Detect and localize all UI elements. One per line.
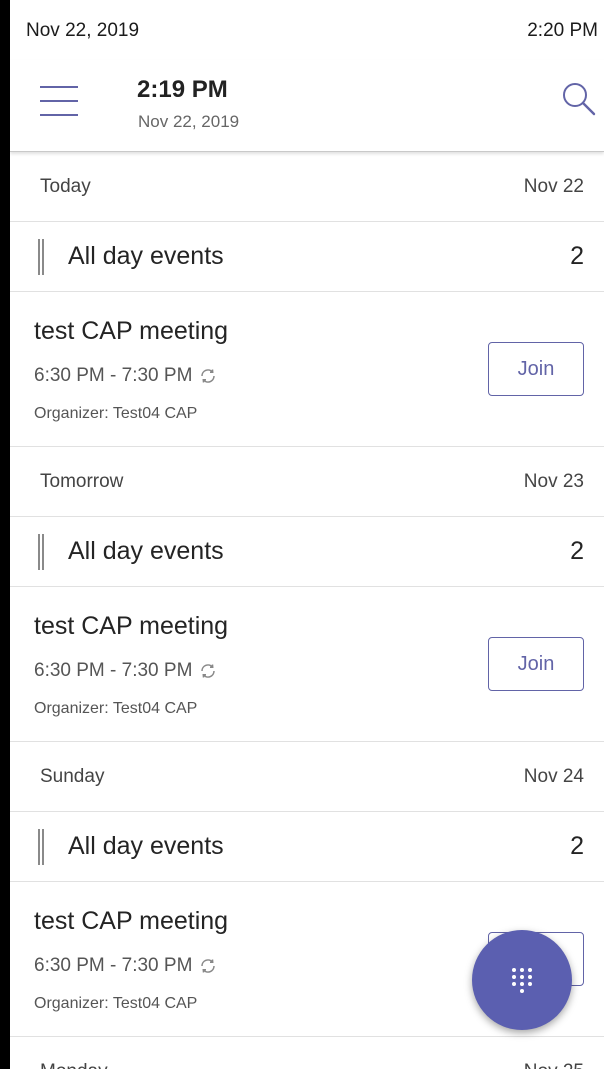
join-button[interactable]: Join [488,637,584,691]
day-header-tomorrow: Tomorrow Nov 23 [10,447,604,517]
day-date: Nov 25 [524,1061,584,1069]
all-day-bar-icon [38,533,44,570]
day-date: Nov 22 [523,175,584,197]
calendar-screen: Nov 22, 2019 2:20 PM 2:19 PM Nov 22, 201… [10,0,604,1069]
all-day-count: 2 [570,832,584,860]
meeting-item[interactable]: test CAP meeting 6:30 PM - 7:30 PM Organ… [10,587,604,742]
day-label: Sunday [40,765,105,787]
all-day-label: All day events [68,832,224,860]
meeting-time: 6:30 PM - 7:30 PM [34,365,218,387]
meeting-title: test CAP meeting [34,317,229,345]
day-label: Tomorrow [40,470,124,492]
all-day-events-row[interactable]: All day events 2 [10,222,604,292]
day-date: Nov 23 [523,470,584,492]
meeting-title: test CAP meeting [34,907,229,935]
all-day-bar-icon [38,828,44,865]
hamburger-icon[interactable] [40,84,78,118]
day-header-sunday: Sunday Nov 24 [10,742,604,812]
day-header-today: Today Nov 22 [10,152,604,222]
meeting-time-text: 6:30 PM - 7:30 PM [34,365,193,386]
app-bar: 2:19 PM Nov 22, 2019 [10,60,604,152]
all-day-label: All day events [68,537,224,565]
status-date: Nov 22, 2019 [26,20,140,41]
all-day-bar-icon [38,238,44,275]
all-day-events-row[interactable]: All day events 2 [10,517,604,587]
recurring-icon [201,959,216,973]
all-day-events-row[interactable]: All day events 2 [10,812,604,882]
day-label: Today [40,175,91,197]
search-icon[interactable] [556,76,598,122]
meeting-time-text: 6:30 PM - 7:30 PM [34,955,193,976]
day-header-monday: Monday Nov 25 [10,1037,604,1069]
all-day-count: 2 [570,242,584,270]
all-day-count: 2 [570,537,584,565]
day-label: Monday [40,1061,108,1069]
meeting-organizer: Organizer: Test04 CAP [34,405,198,422]
recurring-icon [201,664,216,678]
join-button[interactable]: Join [488,342,584,396]
all-day-label: All day events [68,242,224,270]
meeting-time: 6:30 PM - 7:30 PM [34,955,218,977]
meeting-organizer: Organizer: Test04 CAP [34,700,198,717]
meeting-time-text: 6:30 PM - 7:30 PM [34,660,193,681]
app-bar-time: 2:19 PM [137,76,228,103]
day-date: Nov 24 [523,765,584,787]
meeting-time: 6:30 PM - 7:30 PM [34,660,218,682]
meeting-organizer: Organizer: Test04 CAP [34,995,198,1012]
meeting-title: test CAP meeting [34,612,229,640]
dialpad-button[interactable] [472,930,572,1030]
app-bar-date: Nov 22, 2019 [138,112,240,131]
dialpad-icon [512,968,532,993]
recurring-icon [201,369,216,383]
meeting-item[interactable]: test CAP meeting 6:30 PM - 7:30 PM Organ… [10,292,604,447]
status-time: 2:20 PM [527,20,598,41]
status-bar: Nov 22, 2019 2:20 PM [10,0,604,60]
